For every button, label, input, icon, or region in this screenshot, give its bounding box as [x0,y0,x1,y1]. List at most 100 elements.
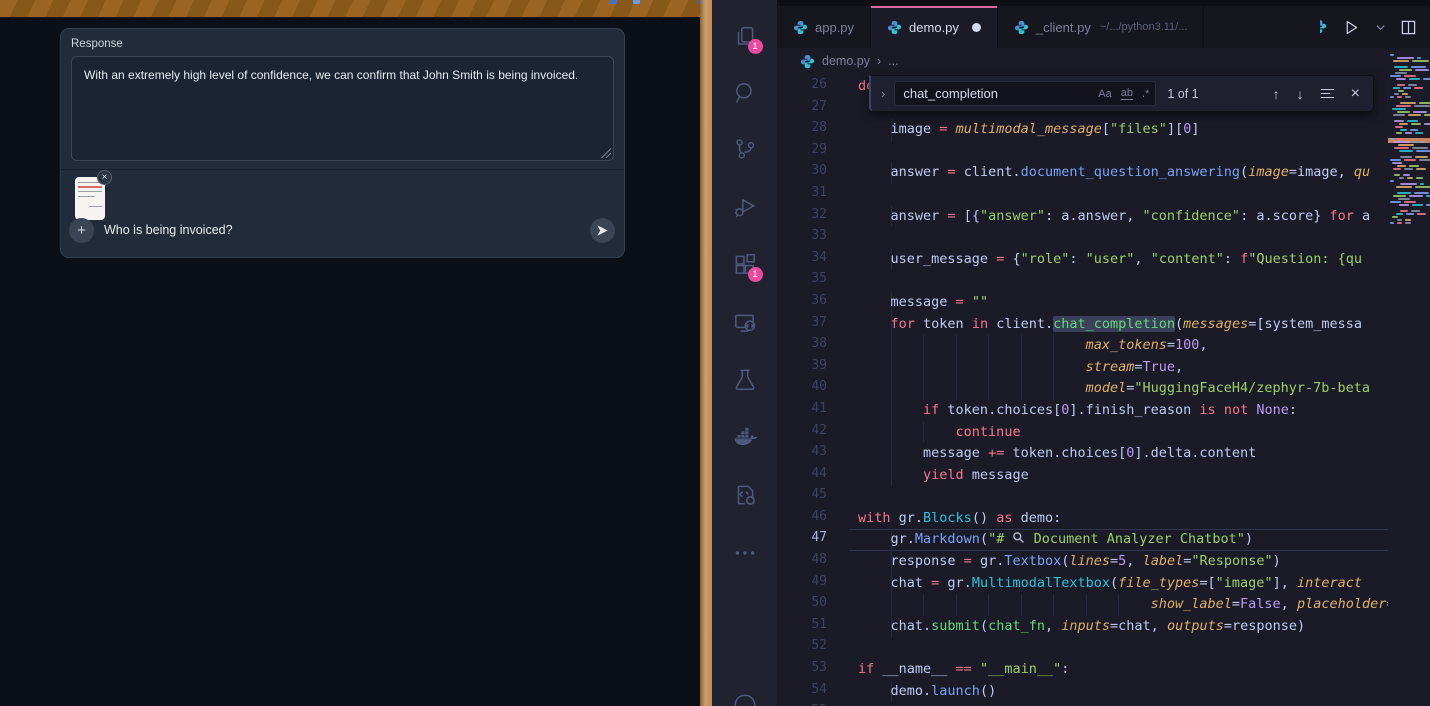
line-number: 31 [777,185,827,200]
breadcrumb-more[interactable]: ... [888,54,898,68]
find-widget: › chat_completion Aa ab .* 1 of 1 ↑ ↓ × [869,75,1374,112]
vscode-main: app.py demo.py _client.py~/.../python3.11/… [777,0,1430,706]
editor-actions [1314,6,1430,48]
breadcrumb-file[interactable]: demo.py [822,54,870,68]
line-number: 32 [777,207,827,222]
run-python-file-button[interactable] [1343,19,1360,36]
extensions-badge: 1 [748,267,763,282]
find-previous-button[interactable]: ↑ [1273,86,1280,102]
response-text: With an extremely high level of confiden… [84,68,578,82]
line-number: 50 [777,595,827,610]
send-button[interactable] [590,218,615,243]
line-number: 38 [777,336,827,351]
explorer-icon[interactable]: 1 [732,24,758,50]
code-line: 43 message += token.choices[0].delta.con… [777,443,1388,465]
tab-label: _client.py [1036,20,1091,35]
find-input[interactable]: chat_completion Aa ab .* [894,81,1156,106]
add-file-button[interactable]: + [69,218,94,243]
tab-app-py[interactable]: app.py [777,6,871,48]
code-line: 35 [777,270,1388,292]
line-number: 54 [777,682,827,697]
docker-icon[interactable] [732,424,758,450]
line-number: 48 [777,552,827,567]
run-debug-icon[interactable] [732,194,758,220]
browser-topbar [0,0,700,17]
code-line: 30 answer = client.document_question_ans… [777,162,1388,184]
line-number: 49 [777,574,827,589]
breadcrumb[interactable]: demo.py › ... [777,48,1430,74]
tab-demo-py[interactable]: demo.py [871,6,998,48]
line-number: 42 [777,423,827,438]
find-expand-chevron-icon[interactable]: › [881,86,885,101]
doc-line [78,186,102,188]
line-number: 35 [777,271,827,286]
find-next-button[interactable]: ↓ [1297,86,1304,102]
explorer-badge: 1 [748,39,763,54]
search-icon[interactable] [732,80,758,106]
account-icon[interactable] [732,692,758,706]
line-number: 51 [777,617,827,632]
remote-explorer-icon[interactable] [732,310,758,336]
modified-dot-icon [972,23,981,32]
response-textarea[interactable]: With an extremely high level of confiden… [71,56,614,161]
code-line: 45 [777,486,1388,508]
line-number: 41 [777,401,827,416]
code-line: 41 if token.choices[0].finish_reason is … [777,400,1388,422]
vscode-window: 1 1 [712,0,1430,706]
resize-handle[interactable] [601,148,611,158]
code-line: 32 answer = [{"answer": a.answer, "confi… [777,206,1388,228]
code-line: 44 yield message [777,465,1388,487]
code-line: 42 continue [777,422,1388,444]
divider [61,169,624,170]
screenshot-root: Response With an extremely high level of… [0,0,1430,706]
find-close-button[interactable]: × [1351,85,1360,103]
find-results-count: 1 of 1 [1167,87,1198,101]
code-line: 38 max_tokens=100, [777,335,1388,357]
line-number: 53 [777,660,827,675]
code-line: 49 chat = gr.MultimodalTextbox(file_type… [777,573,1388,595]
line-number: 44 [777,466,827,481]
remove-attachment-button[interactable]: × [97,170,112,185]
code-line: 31 [777,184,1388,206]
tab-bar: app.py demo.py _client.py~/.../python3.11/… [777,0,1430,48]
chat-input[interactable]: Who is being invoiced? [104,223,233,237]
send-icon [596,224,609,237]
code-line: 40 model="HuggingFaceH4/zephyr-7b-beta [777,378,1388,400]
regex-button[interactable]: .* [1142,88,1149,100]
line-number: 28 [777,120,827,135]
python-icon [800,54,815,69]
code-runner-settings-icon[interactable] [732,482,758,508]
line-number: 37 [777,315,827,330]
doc-line [78,196,95,197]
breadcrumb-separator: › [877,54,881,68]
topbar-icon [633,0,640,4]
extensions-icon[interactable]: 1 [732,252,758,278]
tab-label: app.py [815,20,854,35]
more-views-icon[interactable] [732,540,758,566]
find-query[interactable]: chat_completion [903,86,1089,101]
find-in-selection-button[interactable] [1321,86,1334,101]
split-editor-button[interactable] [1401,20,1416,35]
line-number: 29 [777,142,827,157]
line-number: 43 [777,444,827,459]
tab--client-py[interactable]: _client.py~/.../python3.11/... [998,6,1204,48]
match-case-button[interactable]: Aa [1098,88,1111,100]
line-number: 47 [777,530,827,545]
run-dropdown-chevron-icon[interactable] [1375,22,1386,33]
line-number: 30 [777,163,827,178]
minimap[interactable] [1388,50,1430,236]
source-control-icon[interactable] [732,136,758,162]
code-line: 50 show_label=False, placeholder= [777,594,1388,616]
code-area[interactable]: 26def chat_fn(multimodal_message):2728 i… [777,74,1388,706]
code-line: 51 chat.submit(chat_fn, inputs=chat, out… [777,616,1388,638]
code-line: 52 [777,637,1388,659]
gradio-response-card: Response With an extremely high level of… [60,28,625,258]
whole-word-button[interactable]: ab [1121,87,1133,100]
line-number: 39 [777,358,827,373]
code-line: 39 stream=True, [777,357,1388,379]
tab-label: demo.py [909,20,959,35]
test-beaker-icon[interactable] [732,366,758,392]
line-number: 52 [777,638,827,653]
code-editor[interactable]: 26def chat_fn(multimodal_message):2728 i… [777,74,1430,706]
desktop-wallpaper-strip [700,0,712,706]
